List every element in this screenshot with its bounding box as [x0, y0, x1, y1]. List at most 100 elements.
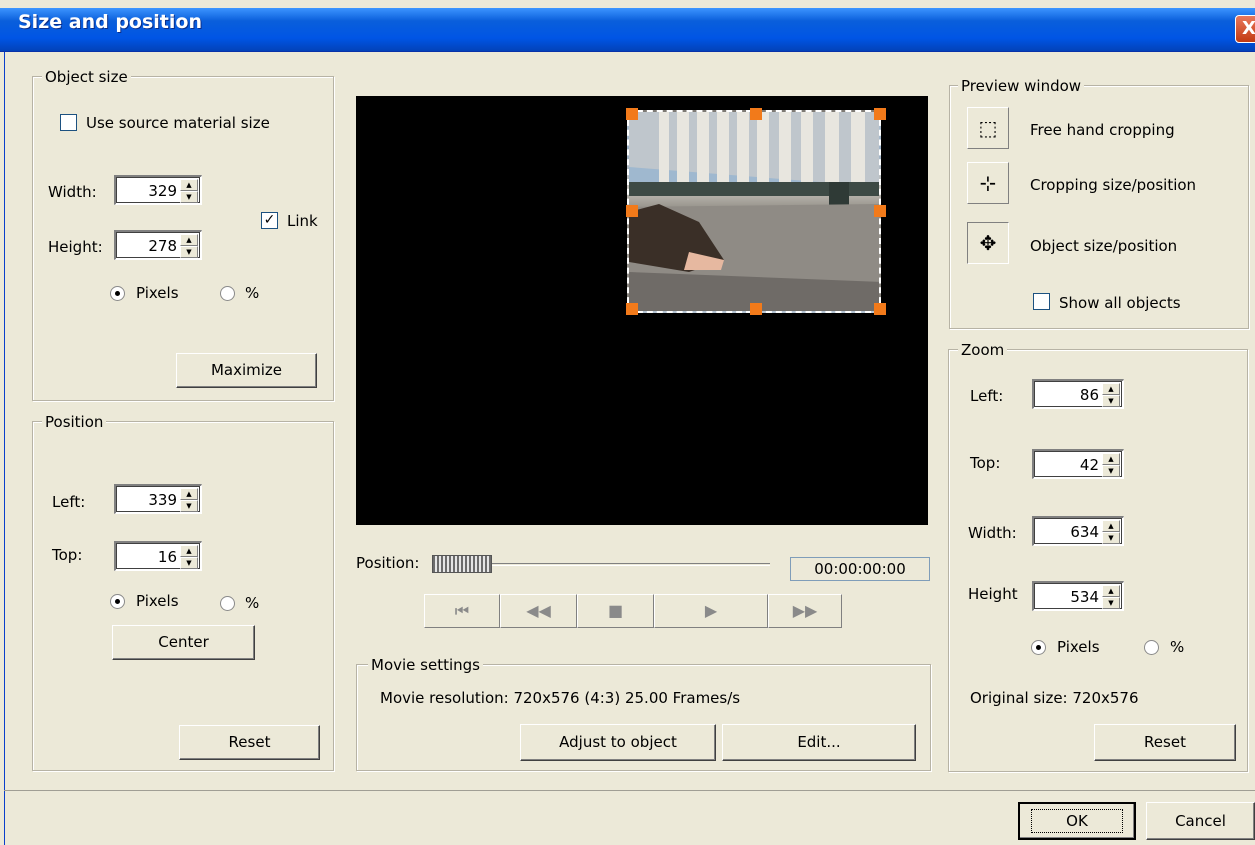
object-thumbnail[interactable]	[627, 110, 881, 313]
width-spin-arrows[interactable]: ▲ ▼	[180, 179, 198, 203]
position-left-spinbox[interactable]: 339 ▲ ▼	[114, 484, 202, 514]
zoom-left-spinbox[interactable]: 86 ▲ ▼	[1032, 379, 1124, 409]
zoom-left-label: Left:	[970, 387, 1004, 405]
height-spinbox[interactable]: 278 ▲ ▼	[114, 230, 202, 260]
object-move-icon: ✥	[979, 231, 997, 255]
zoom-pixels-label[interactable]: Pixels	[1057, 638, 1100, 656]
cancel-button[interactable]: Cancel	[1146, 802, 1255, 840]
resize-handle-se[interactable]	[874, 303, 886, 315]
height-value[interactable]: 278	[148, 237, 177, 255]
width-spinbox[interactable]: 329 ▲ ▼	[114, 175, 202, 205]
spin-down-icon[interactable]: ▼	[1102, 395, 1120, 407]
zoom-height-spin-arrows[interactable]: ▲ ▼	[1102, 585, 1120, 609]
zoom-height-spinbox[interactable]: 534 ▲ ▼	[1032, 581, 1124, 611]
link-label[interactable]: Link	[287, 212, 318, 230]
free-hand-cropping-button[interactable]: ⬚	[967, 107, 1009, 149]
width-value[interactable]: 329	[148, 182, 177, 200]
position-slider-thumb[interactable]	[432, 555, 492, 573]
position-reset-button[interactable]: Reset	[179, 725, 320, 760]
zoom-left-value[interactable]: 86	[1080, 386, 1099, 404]
maximize-button[interactable]: Maximize	[176, 353, 317, 388]
rewind-button[interactable]: ◀◀	[500, 594, 577, 628]
zoom-top-spinbox[interactable]: 42 ▲ ▼	[1032, 449, 1124, 479]
position-pixels-radio[interactable]	[110, 594, 125, 609]
spin-up-icon[interactable]: ▲	[1102, 383, 1120, 395]
cropping-size-position-label[interactable]: Cropping size/position	[1030, 176, 1196, 194]
edit-movie-settings-button[interactable]: Edit...	[722, 724, 916, 761]
spin-up-icon[interactable]: ▲	[1102, 453, 1120, 465]
height-spin-arrows[interactable]: ▲ ▼	[180, 234, 198, 258]
show-all-objects-checkbox[interactable]	[1033, 293, 1050, 310]
movie-resolution-text: Movie resolution: 720x576 (4:3) 25.00 Fr…	[380, 689, 741, 707]
crop-freehand-icon: ⬚	[978, 116, 998, 140]
stop-button[interactable]: ■	[577, 594, 654, 628]
resize-handle-sw[interactable]	[626, 303, 638, 315]
use-source-size-label[interactable]: Use source material size	[86, 114, 270, 132]
spin-down-icon[interactable]: ▼	[180, 557, 198, 569]
position-left-spin-arrows[interactable]: ▲ ▼	[180, 488, 198, 512]
use-source-size-checkbox[interactable]	[60, 114, 77, 131]
resize-handle-e[interactable]	[874, 205, 886, 217]
resize-handle-nw[interactable]	[626, 108, 638, 120]
spin-up-icon[interactable]: ▲	[1102, 520, 1120, 532]
zoom-percent-radio[interactable]	[1144, 640, 1159, 655]
cropping-size-position-button[interactable]: ⊹	[967, 162, 1009, 204]
zoom-top-value[interactable]: 42	[1080, 456, 1099, 474]
play-button[interactable]: ▶	[654, 594, 768, 628]
position-top-value[interactable]: 16	[158, 548, 177, 566]
ok-label[interactable]: OK	[1031, 809, 1123, 833]
preview-window-legend: Preview window	[958, 77, 1085, 95]
zoom-width-value[interactable]: 634	[1070, 523, 1099, 541]
resize-handle-n[interactable]	[750, 108, 762, 120]
link-checkbox[interactable]: ✓	[261, 212, 278, 229]
free-hand-cropping-label[interactable]: Free hand cropping	[1030, 121, 1175, 139]
size-pixels-label[interactable]: Pixels	[136, 284, 179, 302]
object-size-position-button[interactable]: ✥	[967, 222, 1009, 264]
spin-down-icon[interactable]: ▼	[180, 191, 198, 203]
go-to-start-button[interactable]: ⏮	[424, 594, 500, 628]
zoom-reset-button[interactable]: Reset	[1094, 724, 1236, 761]
footer-separator	[4, 790, 1255, 791]
object-size-position-label[interactable]: Object size/position	[1030, 237, 1177, 255]
zoom-height-value[interactable]: 534	[1070, 588, 1099, 606]
spin-up-icon[interactable]: ▲	[180, 179, 198, 191]
zoom-width-spin-arrows[interactable]: ▲ ▼	[1102, 520, 1120, 544]
fast-forward-button[interactable]: ▶▶	[768, 594, 842, 628]
position-top-spinbox[interactable]: 16 ▲ ▼	[114, 541, 202, 571]
resize-handle-w[interactable]	[626, 205, 638, 217]
position-percent-label[interactable]: %	[245, 594, 259, 612]
resize-handle-s[interactable]	[750, 303, 762, 315]
zoom-pixels-radio[interactable]	[1031, 640, 1046, 655]
spin-up-icon[interactable]: ▲	[1102, 585, 1120, 597]
spin-down-icon[interactable]: ▼	[1102, 465, 1120, 477]
position-group	[32, 421, 334, 771]
center-button[interactable]: Center	[112, 625, 255, 660]
spin-up-icon[interactable]: ▲	[180, 488, 198, 500]
zoom-width-spinbox[interactable]: 634 ▲ ▼	[1032, 516, 1124, 546]
spin-down-icon[interactable]: ▼	[1102, 597, 1120, 609]
adjust-to-object-button[interactable]: Adjust to object	[520, 724, 716, 761]
size-percent-label[interactable]: %	[245, 284, 259, 302]
zoom-left-spin-arrows[interactable]: ▲ ▼	[1102, 383, 1120, 407]
ok-button[interactable]: OK	[1018, 802, 1136, 840]
show-all-objects-label[interactable]: Show all objects	[1059, 294, 1181, 312]
position-left-value[interactable]: 339	[148, 491, 177, 509]
zoom-top-spin-arrows[interactable]: ▲ ▼	[1102, 453, 1120, 477]
spin-up-icon[interactable]: ▲	[180, 545, 198, 557]
spin-up-icon[interactable]: ▲	[180, 234, 198, 246]
zoom-top-label: Top:	[970, 454, 1001, 472]
size-pixels-radio[interactable]	[110, 286, 125, 301]
spin-down-icon[interactable]: ▼	[1102, 532, 1120, 544]
spin-down-icon[interactable]: ▼	[180, 246, 198, 258]
resize-handle-ne[interactable]	[874, 108, 886, 120]
position-percent-radio[interactable]	[220, 596, 235, 611]
position-pixels-label[interactable]: Pixels	[136, 592, 179, 610]
close-button[interactable]: X	[1235, 15, 1255, 43]
spin-down-icon[interactable]: ▼	[180, 500, 198, 512]
fast-forward-icon: ▶▶	[792, 601, 818, 620]
position-top-spin-arrows[interactable]: ▲ ▼	[180, 545, 198, 569]
zoom-percent-label[interactable]: %	[1170, 638, 1184, 656]
rewind-icon: ◀◀	[526, 601, 551, 620]
window-title: Size and position	[18, 11, 202, 33]
size-percent-radio[interactable]	[220, 286, 235, 301]
